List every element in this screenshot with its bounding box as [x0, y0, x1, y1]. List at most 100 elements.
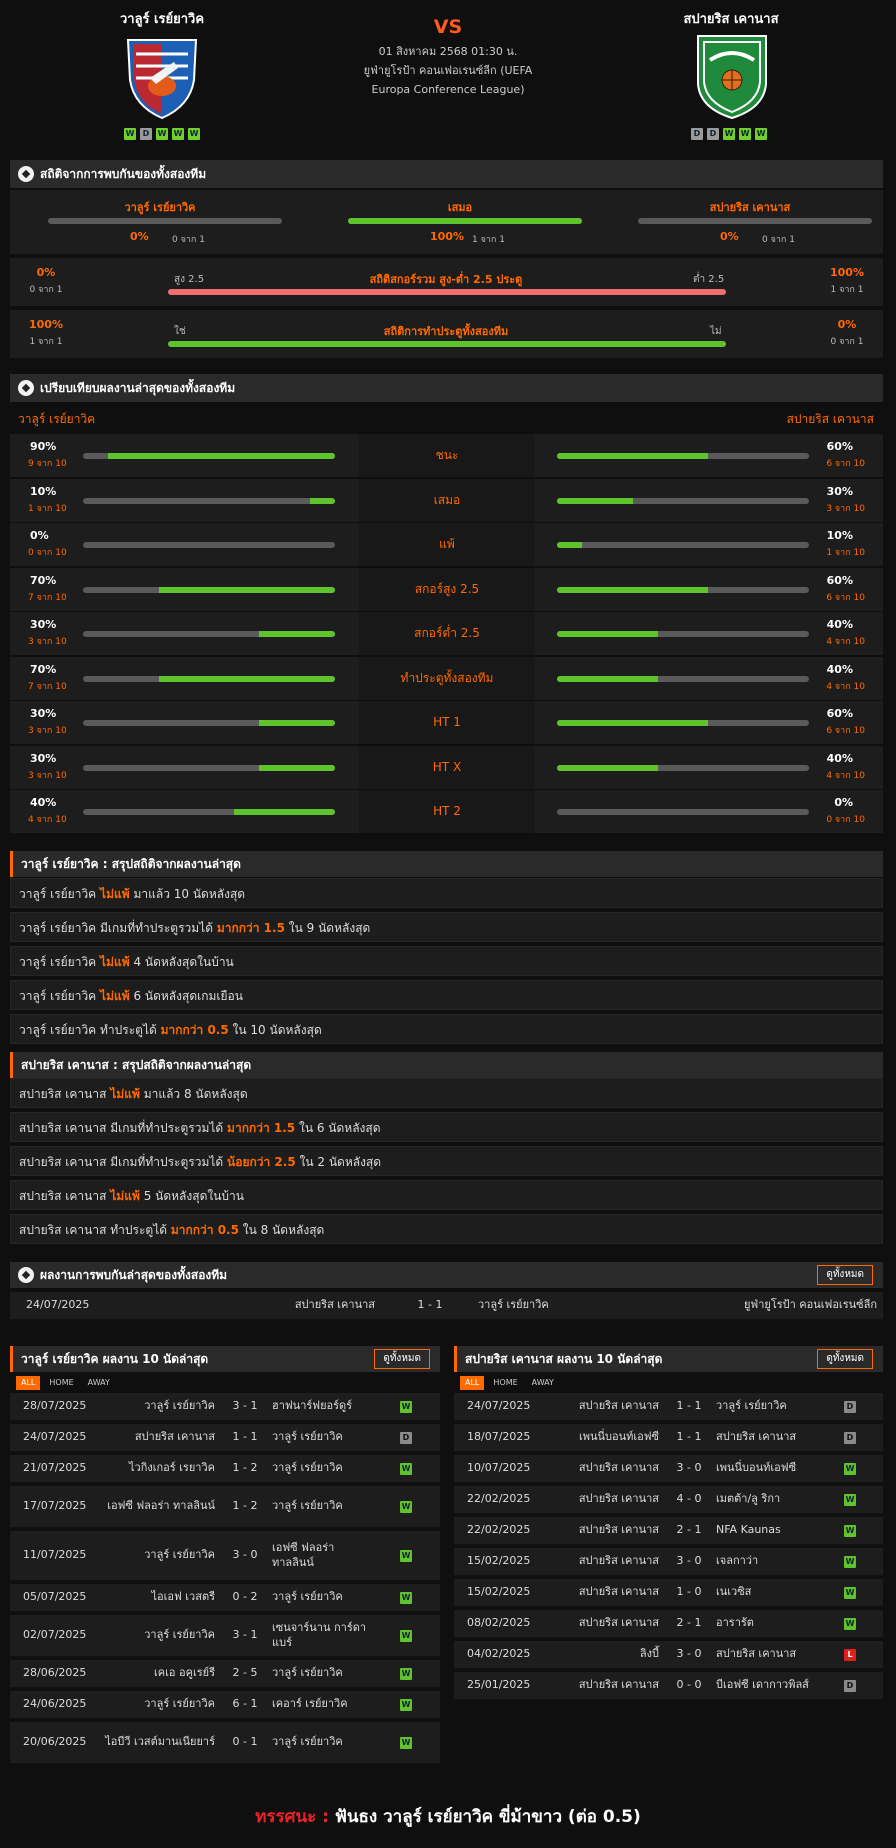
- match-home[interactable]: สปายริส เคานาส: [534, 1579, 659, 1606]
- match-row[interactable]: 05/07/2025 ไอเอฟ เวสตรี 0 - 2 วาลูร์ เรย์ยา…: [10, 1584, 440, 1612]
- h2h-stats-heading: สถิติจากการพบกันของทั้งสองทีม: [10, 160, 883, 188]
- home-bar: [83, 764, 335, 771]
- match-away[interactable]: เคอาร์ เรย์ยาวิค: [272, 1691, 372, 1718]
- match-home[interactable]: ไอบีวี เวสต์มานเนียยาร์: [90, 1722, 215, 1763]
- match-away[interactable]: เนเวซิส: [716, 1579, 826, 1606]
- match-home[interactable]: สปายริส เคานาส: [534, 1548, 659, 1575]
- match-away[interactable]: วาลูร์ เรย์ยาวิค: [272, 1722, 372, 1763]
- match-away[interactable]: เพนนี่บอนท์เอฟซี: [716, 1455, 826, 1482]
- match-row[interactable]: 11/07/2025 วาลูร์ เรย์ยาวิค 3 - 0 เอฟซี ฟลอ…: [10, 1531, 440, 1581]
- result-cell: W: [400, 1615, 412, 1656]
- match-row[interactable]: 08/02/2025 สปายริส เคานาส 2 - 1 อารารัต W: [454, 1610, 883, 1638]
- match-row[interactable]: 24/07/2025 สปายริส เคานาส 1 - 1 วาลูร์ เรย์…: [10, 1424, 440, 1452]
- tab-home[interactable]: HOME: [488, 1376, 522, 1390]
- btts-right-sub: 0 จาก 1: [830, 337, 864, 347]
- match-row[interactable]: 04/02/2025 ลิงบี้ 3 - 0 สปายริส เคานาส L: [454, 1641, 883, 1669]
- away-bar: [557, 586, 809, 593]
- match-row[interactable]: 22/02/2025 สปายริส เคานาส 4 - 0 เมตต้า/ลู ร…: [454, 1486, 883, 1514]
- away-bar: [557, 631, 809, 637]
- match-row[interactable]: 28/07/2025 วาลูร์ เรย์ยาวิค 3 - 1 ฮาฟนาร์ฟย…: [10, 1393, 440, 1421]
- match-away[interactable]: เมตต้า/ลู ริกา: [716, 1486, 826, 1513]
- match-row[interactable]: 02/07/2025 วาลูร์ เรย์ยาวิค 3 - 1 เซนจาร์นา…: [10, 1615, 440, 1657]
- match-home[interactable]: วาลูร์ เรย์ยาวิค: [90, 1393, 215, 1420]
- match-home[interactable]: เพนนี่บอนท์เอฟซี: [534, 1424, 659, 1451]
- match-away[interactable]: เซนจาร์นาน การ์ดาแบร์: [272, 1615, 372, 1656]
- match-away[interactable]: วาลูร์ เรย์ยาวิค: [272, 1584, 372, 1611]
- summary-subject: สปายริส เคานาส มีเกมที่ทำประตูรวมได้: [19, 1121, 224, 1135]
- match-home[interactable]: สปายริส เคานาส: [534, 1672, 659, 1699]
- match-home[interactable]: สปายริส เคานาส: [534, 1486, 659, 1513]
- tab-all[interactable]: ALL: [460, 1376, 485, 1390]
- match-home[interactable]: วาลูร์ เรย์ยาวิค: [90, 1531, 215, 1580]
- match-home[interactable]: วาลูร์ เรย์ยาวิค: [90, 1615, 215, 1656]
- match-home[interactable]: เอฟซี ฟลอร่า ทาลลินน์: [90, 1486, 215, 1527]
- h2h-view-all-button[interactable]: ดูทั้งหมด: [817, 1265, 873, 1285]
- match-away[interactable]: สปายริส เคานาส: [716, 1641, 826, 1668]
- compare-label: แพ้: [359, 523, 535, 566]
- tab-away[interactable]: AWAY: [83, 1376, 115, 1390]
- home-count: 7 จาก 10: [28, 681, 67, 692]
- match-away[interactable]: ฮาฟนาร์ฟยอร์ดูร์: [272, 1393, 372, 1420]
- match-row[interactable]: 10/07/2025 สปายริส เคานาส 3 - 0 เพนนี่บอนท์…: [454, 1455, 883, 1483]
- match-row[interactable]: 15/02/2025 สปายริส เคานาส 3 - 0 เจลกาว่า W: [454, 1548, 883, 1576]
- compare-row: 70% 7 จาก 10 ทำประตูทั้งสองทีม 40% 4 จาก 10: [10, 656, 883, 700]
- summary-row: วาลูร์ เรย์ยาวิค ทำประตูได้ มากกว่า 0.5 …: [10, 1014, 883, 1044]
- result-badge: W: [844, 1462, 856, 1475]
- match-away[interactable]: วาลูร์ เรย์ยาวิค: [272, 1424, 372, 1451]
- match-home[interactable]: ไวกิงเกอร์ เรยาวิค: [90, 1455, 215, 1482]
- h2h-home[interactable]: สปายริส เคานาส: [220, 1292, 375, 1319]
- result-bar: [638, 218, 872, 224]
- match-row[interactable]: 20/06/2025 ไอบีวี เวสต์มานเนียยาร์ 0 - 1 วา…: [10, 1722, 440, 1764]
- h2h-away[interactable]: วาลูร์ เรย์ยาวิค: [478, 1292, 549, 1319]
- match-row[interactable]: 24/06/2025 วาลูร์ เรย์ยาวิค 6 - 1 เคอาร์ เร…: [10, 1691, 440, 1719]
- match-home[interactable]: สปายริส เคานาส: [534, 1517, 659, 1544]
- match-away[interactable]: วาลูร์ เรย์ยาวิค: [272, 1660, 372, 1687]
- h2h-result-row[interactable]: 24/07/2025 สปายริส เคานาส 1 - 1 วาลูร์ เรย์…: [10, 1292, 883, 1320]
- match-score: 2 - 5: [232, 1666, 258, 1680]
- tab-away[interactable]: AWAY: [527, 1376, 559, 1390]
- match-row[interactable]: 17/07/2025 เอฟซี ฟลอร่า ทาลลินน์ 1 - 2 วาลู…: [10, 1486, 440, 1528]
- match-home[interactable]: สปายริส เคานาส: [534, 1393, 659, 1420]
- match-home[interactable]: เคเอ อคูเรย์รี: [90, 1660, 215, 1687]
- result-sub: 0 จาก 1: [762, 235, 795, 245]
- match-away[interactable]: NFA Kaunas: [716, 1517, 826, 1544]
- compare-label: HT X: [359, 745, 535, 789]
- match-home[interactable]: ลิงบี้: [534, 1641, 659, 1668]
- home-last10-view-all-button[interactable]: ดูทั้งหมด: [374, 1349, 430, 1369]
- tab-home[interactable]: HOME: [44, 1376, 78, 1390]
- match-away[interactable]: เอฟซี ฟลอร่า ทาลลินน์: [272, 1531, 372, 1580]
- home-count: 7 จาก 10: [28, 592, 67, 603]
- match-away[interactable]: วาลูร์ เรย์ยาวิค: [272, 1486, 372, 1527]
- match-row[interactable]: 22/02/2025 สปายริส เคานาส 2 - 1 NFA Kaunas W: [454, 1517, 883, 1545]
- h2h-league[interactable]: ยูฟ่ายูโรป้า คอนเฟอเรนซ์ลีก: [744, 1292, 877, 1319]
- match-row[interactable]: 15/02/2025 สปายริส เคานาส 1 - 0 เนเวซิส W: [454, 1579, 883, 1607]
- match-row[interactable]: 25/01/2025 สปายริส เคานาส 0 - 0 บีเอฟซี เดา…: [454, 1672, 883, 1700]
- match-row[interactable]: 21/07/2025 ไวกิงเกอร์ เรยาวิค 1 - 2 วาลูร์ …: [10, 1455, 440, 1483]
- away-summary-heading: สปายริส เคานาส : สรุปสถิติจากผลงานล่าสุด: [10, 1052, 883, 1078]
- match-home[interactable]: สปายริส เคานาส: [90, 1424, 215, 1451]
- match-row[interactable]: 28/06/2025 เคเอ อคูเรย์รี 2 - 5 วาลูร์ เรย์…: [10, 1660, 440, 1688]
- result-cell: W: [400, 1691, 412, 1718]
- form-badge: W: [124, 128, 136, 140]
- match-away[interactable]: เจลกาว่า: [716, 1548, 826, 1575]
- away-last10-view-all-button[interactable]: ดูทั้งหมด: [817, 1349, 873, 1369]
- home-bar: [83, 542, 335, 548]
- match-away[interactable]: วาลูร์ เรย์ยาวิค: [272, 1455, 372, 1482]
- match-home[interactable]: ไอเอฟ เวสตรี: [90, 1584, 216, 1611]
- result-badge: W: [400, 1698, 412, 1711]
- match-home[interactable]: สปายริส เคานาส: [534, 1455, 659, 1482]
- match-row[interactable]: 18/07/2025 เพนนี่บอนท์เอฟซี 1 - 1 สปายริส เ…: [454, 1424, 883, 1452]
- match-row[interactable]: 24/07/2025 สปายริส เคานาส 1 - 1 วาลูร์ เรย์…: [454, 1393, 883, 1421]
- tab-all[interactable]: ALL: [16, 1376, 41, 1390]
- match-away[interactable]: บีเอฟซี เดากาวพิลส์: [716, 1672, 826, 1699]
- match-away[interactable]: สปายริส เคานาส: [716, 1424, 826, 1451]
- away-team-name[interactable]: สปายริส เคานาส: [621, 8, 841, 29]
- result-cell: L: [844, 1641, 856, 1668]
- match-league[interactable]: ยูฟ่ายูโรป้า คอนเฟอเรนซ์ลีก (UEFA Europa…: [348, 61, 548, 99]
- match-away[interactable]: วาลูร์ เรย์ยาวิค: [716, 1393, 826, 1420]
- match-home[interactable]: สปายริส เคานาส: [534, 1610, 659, 1637]
- h2h-stats-title: สถิติจากการพบกันของทั้งสองทีม: [40, 166, 207, 181]
- match-home[interactable]: วาลูร์ เรย์ยาวิค: [90, 1691, 215, 1718]
- match-away[interactable]: อารารัต: [716, 1610, 826, 1637]
- match-score: 3 - 0: [676, 1554, 702, 1568]
